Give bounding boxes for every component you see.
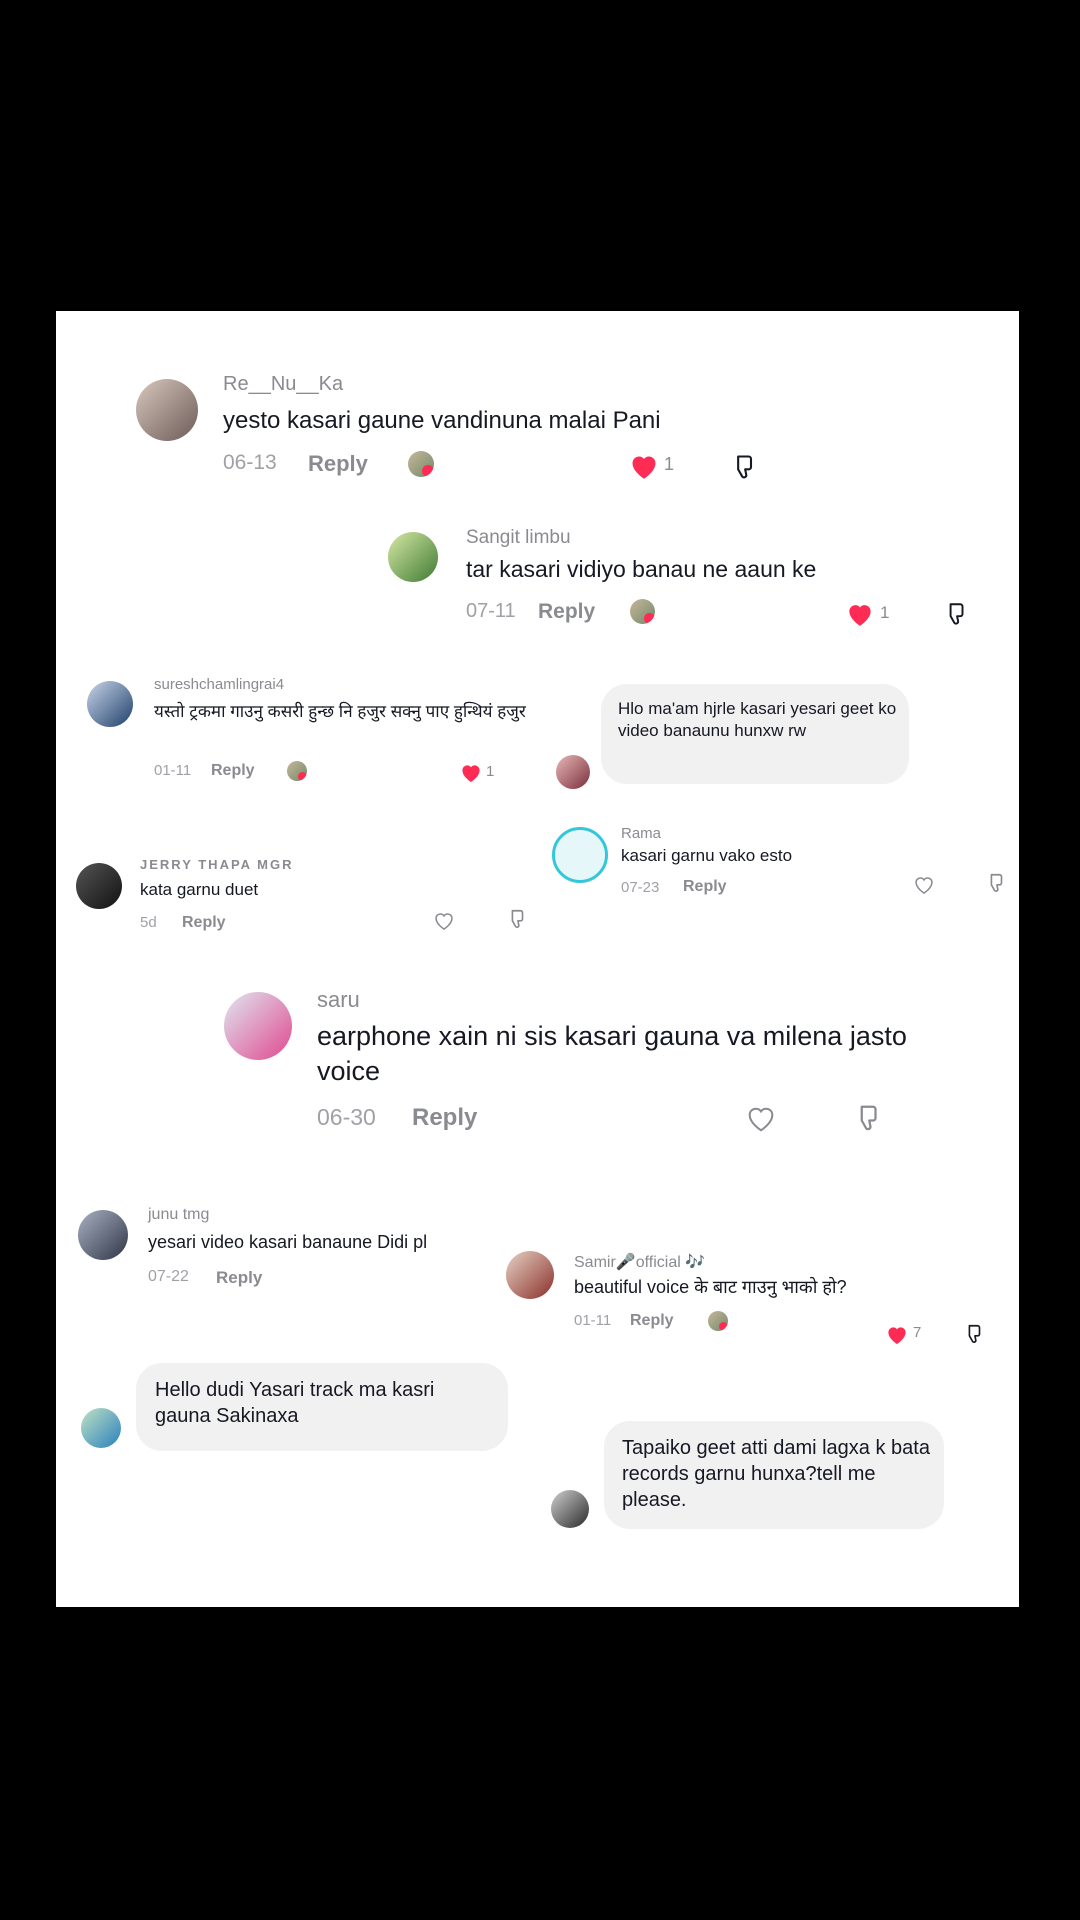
avatar[interactable] [76,863,122,909]
comment-date: 5d [140,914,157,931]
comment-date: 07-11 [466,600,516,622]
comment-date: 01-11 [154,762,192,779]
avatar[interactable] [552,827,608,883]
username[interactable]: JERRY THAPA MGR [140,857,294,872]
reply-button[interactable]: Reply [216,1268,262,1288]
avatar[interactable] [551,1490,589,1528]
avatar[interactable] [556,755,590,789]
comments-collage: Re__Nu__Ka yesto kasari gaune vandinuna … [56,311,1019,1607]
heart-icon[interactable] [884,1322,910,1346]
thumbs-down-icon[interactable] [962,1322,986,1346]
comment-text: yesari video kasari banaune Didi pl [148,1232,428,1252]
creator-liked-badge [630,599,655,624]
heart-icon[interactable] [628,451,660,481]
comment-bubble: Hello dudi Yasari track ma kasri gauna S… [136,1363,508,1451]
avatar[interactable] [136,379,198,441]
thumbs-down-icon[interactable] [941,599,971,629]
avatar[interactable] [87,681,133,727]
comment-text: earphone xain ni sis kasari gauna va mil… [317,1021,907,1087]
avatar[interactable] [78,1210,128,1260]
username[interactable]: junu tmg [148,1206,209,1224]
reply-button[interactable]: Reply [211,762,255,780]
like-count: 1 [486,763,495,780]
reply-button[interactable]: Reply [683,878,727,896]
comment-date: 07-23 [621,879,660,896]
thumbs-down-icon[interactable] [851,1101,885,1135]
username[interactable]: Re__Nu__Ka [223,373,343,396]
comment-text: tar kasari vidiyo banau ne aaun ke [466,556,817,582]
username[interactable]: Sangit limbu [466,527,571,549]
reply-button[interactable]: Reply [182,914,226,932]
heart-icon[interactable] [743,1101,779,1135]
thumbs-down-icon[interactable] [984,871,1008,895]
creator-liked-badge [287,761,307,781]
avatar[interactable] [388,532,438,582]
username[interactable]: saru [317,987,360,1013]
comment-text: beautiful voice के बाट गाउनु भाको हो? [574,1277,847,1297]
username[interactable]: Samir🎤official 🎶 [574,1252,705,1272]
comment-text: यस्तो ट्रकमा गाउनु कसरी हुन्छ नि हजुर सक… [154,702,526,721]
avatar[interactable] [506,1251,554,1299]
comment-text: Hello dudi Yasari track ma kasri gauna S… [155,1379,435,1427]
reply-button[interactable]: Reply [538,600,595,624]
comment-date: 01-11 [574,1312,612,1329]
reply-button[interactable]: Reply [308,451,368,477]
creator-liked-badge [408,451,434,477]
reply-button[interactable]: Reply [412,1104,477,1132]
thumbs-down-icon[interactable] [505,907,529,931]
comment-text: kata garnu duet [140,880,259,899]
comment-text: yesto kasari gaune vandinuna malai Pani [223,407,661,434]
comment-date: 06-30 [317,1104,376,1130]
avatar[interactable] [81,1408,121,1448]
comment-text: kasari garnu vako esto [621,846,793,865]
like-count: 1 [664,454,675,474]
like-count: 7 [913,1324,922,1341]
comment-date: 06-13 [223,451,277,474]
heart-icon[interactable] [911,872,937,896]
comment-bubble: Tapaiko geet atti dami lagxa k bata reco… [604,1421,944,1529]
reply-button[interactable]: Reply [630,1312,674,1330]
avatar[interactable] [224,992,292,1060]
creator-liked-badge [708,1311,728,1331]
heart-icon[interactable] [431,908,457,932]
comment-text: Hlo ma'am hjrle kasari yesari geet ko vi… [618,699,897,741]
heart-icon[interactable] [459,761,483,783]
username[interactable]: Rama [621,825,661,842]
like-count: 1 [880,603,890,622]
username[interactable]: sureshchamlingrai4 [154,676,284,693]
heart-icon[interactable] [845,600,875,628]
thumbs-down-icon[interactable] [728,451,760,483]
comment-bubble: Hlo ma'am hjrle kasari yesari geet ko vi… [601,684,909,784]
comment-text: Tapaiko geet atti dami lagxa k bata reco… [622,1437,930,1511]
comment-date: 07-22 [148,1268,189,1285]
